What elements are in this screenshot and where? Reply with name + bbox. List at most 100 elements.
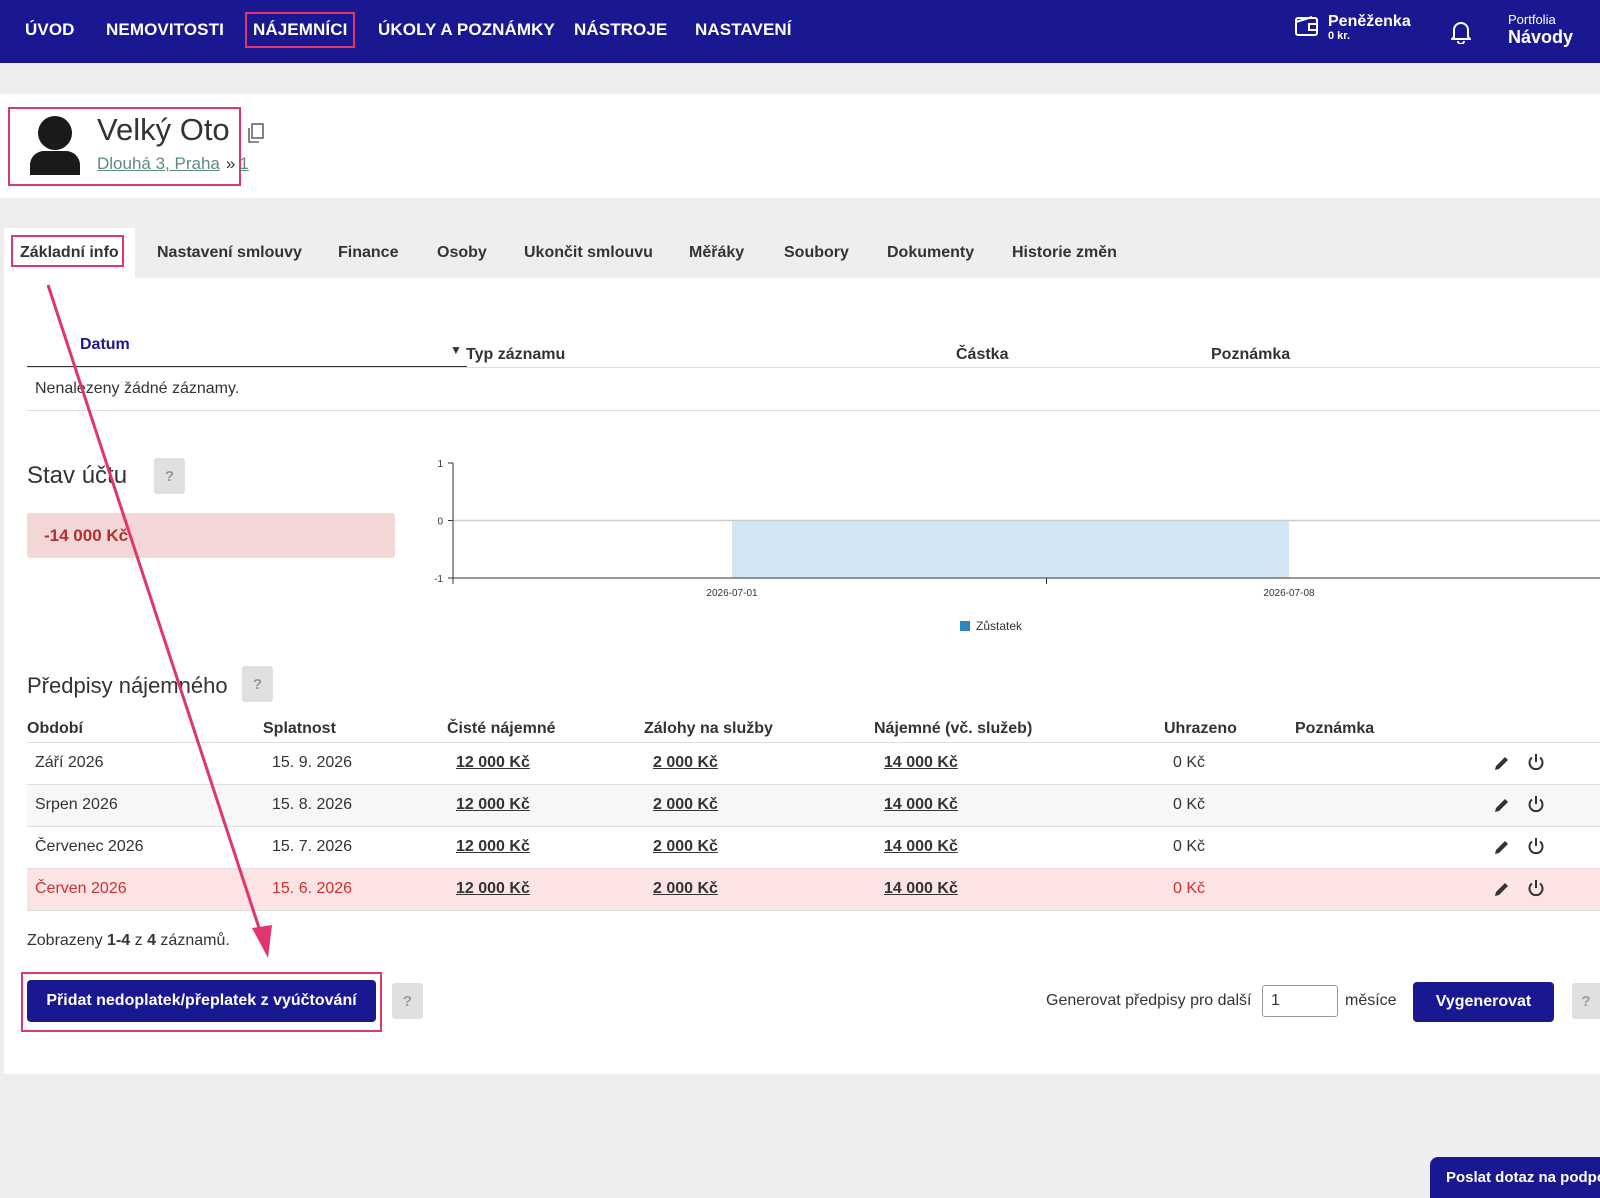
add-help-button[interactable]: ? bbox=[392, 983, 423, 1019]
generate-label: Generovat předpisy pro další bbox=[1046, 992, 1252, 1009]
column-header-typ[interactable]: Typ záznamu bbox=[466, 346, 565, 364]
wallet-title: Peněženka bbox=[1328, 13, 1411, 31]
account-status-title: Stav účtu bbox=[27, 462, 128, 489]
row-divider bbox=[27, 910, 1600, 911]
row-due: 15. 8. 2026 bbox=[272, 796, 353, 813]
column-header-najemne-celkem: Nájemné (vč. služeb) bbox=[874, 720, 1033, 737]
nav-item-nemovitosti[interactable]: NEMOVITOSTI bbox=[106, 20, 224, 40]
nav-item-nastaveni[interactable]: NASTAVENÍ bbox=[695, 20, 792, 40]
rent-prescriptions-title: Předpisy nájemného bbox=[27, 673, 228, 698]
chart-area-fill bbox=[732, 520, 1289, 578]
row-paid: 0 Kč bbox=[1173, 754, 1206, 771]
column-header-poznamka[interactable]: Poznámka bbox=[1211, 346, 1290, 364]
chart-x-tick-label: 2026-07-08 bbox=[1263, 588, 1315, 599]
wallet-amount: 0 kr. bbox=[1328, 30, 1351, 43]
row-paid: 0 Kč bbox=[1173, 838, 1206, 855]
generate-months-input[interactable] bbox=[1262, 985, 1338, 1017]
row-total-link[interactable]: 14 000 Kč bbox=[884, 880, 958, 898]
tab-osoby[interactable]: Osoby bbox=[437, 244, 487, 262]
chart-legend-label: Zůstatek bbox=[976, 619, 1023, 633]
generate-help-button[interactable]: ? bbox=[1572, 983, 1600, 1019]
breadcrumb-separator: » bbox=[225, 154, 236, 173]
balance-chart: 1 0 -1 2026-07-01 2026-07-08 Zůstatek bbox=[434, 459, 1600, 633]
power-icon[interactable] bbox=[1527, 795, 1545, 818]
sort-desc-icon[interactable]: ▼ bbox=[450, 343, 462, 357]
nav-item-ukoly[interactable]: ÚKOLY A POZNÁMKY bbox=[378, 20, 555, 40]
column-header-datum[interactable]: Datum bbox=[80, 336, 130, 354]
column-header-castka[interactable]: Částka bbox=[956, 346, 1008, 364]
bell-icon[interactable] bbox=[1450, 20, 1472, 49]
tab-finance[interactable]: Finance bbox=[338, 244, 398, 262]
row-due: 15. 6. 2026 bbox=[272, 880, 353, 897]
row-due: 15. 7. 2026 bbox=[272, 838, 353, 855]
row-period: Červen 2026 bbox=[35, 880, 127, 897]
support-chat-button[interactable]: Poslat dotaz na podpo bbox=[1430, 1157, 1600, 1198]
row-advances-link[interactable]: 2 000 Kč bbox=[653, 880, 718, 898]
row-net-rent-link[interactable]: 12 000 Kč bbox=[456, 880, 530, 898]
table-row: Červenec 2026 15. 7. 2026 12 000 Kč 2 00… bbox=[27, 827, 1600, 868]
power-icon[interactable] bbox=[1527, 837, 1545, 860]
portfolio-switcher[interactable]: Portfolia Návody bbox=[1508, 12, 1573, 48]
column-header-ciste-najemne: Čisté nájemné bbox=[447, 720, 556, 737]
row-due: 15. 9. 2026 bbox=[272, 754, 353, 771]
tab-zakladni-info[interactable]: Základní info bbox=[20, 244, 119, 262]
row-net-rent-link[interactable]: 12 000 Kč bbox=[456, 838, 530, 856]
copy-icon[interactable] bbox=[246, 122, 266, 149]
edit-icon[interactable] bbox=[1493, 880, 1511, 903]
avatar-icon bbox=[30, 115, 80, 180]
row-net-rent-link[interactable]: 12 000 Kč bbox=[456, 796, 530, 814]
showing-mid: z bbox=[130, 932, 148, 949]
tab-ukoncit-smlouvu[interactable]: Ukončit smlouvu bbox=[524, 244, 653, 262]
row-paid: 0 Kč bbox=[1173, 796, 1206, 813]
showing-suffix: záznamů. bbox=[155, 932, 230, 949]
account-help-button[interactable]: ? bbox=[154, 458, 185, 494]
row-advances-link[interactable]: 2 000 Kč bbox=[653, 838, 718, 856]
unit-link[interactable]: 1 bbox=[239, 154, 248, 173]
table-header-divider bbox=[27, 367, 1600, 368]
row-period: Červenec 2026 bbox=[35, 838, 144, 855]
table-bottom-divider bbox=[27, 410, 1600, 411]
nav-item-najemnici[interactable]: NÁJEMNÍCI bbox=[244, 12, 356, 48]
balance-value: -14 000 Kč bbox=[44, 526, 129, 545]
wallet-button[interactable]: Peněženka 0 kr. bbox=[1294, 14, 1411, 43]
address-link[interactable]: Dlouhá 3, Praha bbox=[97, 154, 220, 173]
row-total-link[interactable]: 14 000 Kč bbox=[884, 838, 958, 856]
row-period: Srpen 2026 bbox=[35, 796, 118, 813]
wallet-icon bbox=[1294, 14, 1320, 43]
row-advances-link[interactable]: 2 000 Kč bbox=[653, 754, 718, 772]
row-advances-link[interactable]: 2 000 Kč bbox=[653, 796, 718, 814]
row-total-link[interactable]: 14 000 Kč bbox=[884, 754, 958, 772]
column-header-obdobi: Období bbox=[27, 720, 83, 737]
row-paid: 0 Kč bbox=[1173, 880, 1206, 897]
empty-records-message: Nenalezeny žádné záznamy. bbox=[35, 380, 240, 397]
tab-meraky[interactable]: Měřáky bbox=[689, 244, 744, 262]
showing-range: 1-4 bbox=[107, 932, 131, 949]
generate-button[interactable]: Vygenerovat bbox=[1413, 982, 1554, 1022]
chart-x-tick-label: 2026-07-01 bbox=[706, 588, 758, 599]
edit-icon[interactable] bbox=[1493, 838, 1511, 861]
tab-soubory[interactable]: Soubory bbox=[784, 244, 849, 262]
chart-legend-swatch bbox=[960, 621, 970, 631]
table-row: Srpen 2026 15. 8. 2026 12 000 Kč 2 000 K… bbox=[27, 785, 1600, 826]
row-net-rent-link[interactable]: 12 000 Kč bbox=[456, 754, 530, 772]
row-total-link[interactable]: 14 000 Kč bbox=[884, 796, 958, 814]
tab-nastaveni-smlouvy[interactable]: Nastavení smlouvy bbox=[157, 244, 302, 262]
edit-icon[interactable] bbox=[1493, 796, 1511, 819]
edit-icon[interactable] bbox=[1493, 754, 1511, 777]
power-icon[interactable] bbox=[1527, 753, 1545, 776]
rent-help-button[interactable]: ? bbox=[242, 666, 273, 702]
nav-item-nastroje[interactable]: NÁSTROJE bbox=[574, 20, 667, 40]
showing-prefix: Zobrazeny bbox=[27, 932, 108, 949]
add-settlement-button[interactable]: Přidat nedoplatek/přeplatek z vyúčtování bbox=[27, 980, 376, 1022]
tab-dokumenty[interactable]: Dokumenty bbox=[887, 244, 974, 262]
showing-total: 4 bbox=[147, 932, 156, 949]
tenant-address: Dlouhá 3, Praha » 1 bbox=[97, 154, 249, 174]
generate-unit: měsíce bbox=[1345, 992, 1397, 1009]
power-icon[interactable] bbox=[1527, 879, 1545, 902]
nav-item-uvod[interactable]: ÚVOD bbox=[25, 20, 75, 40]
tab-historie-zmen[interactable]: Historie změn bbox=[1012, 244, 1117, 262]
chart-y-tick-label: 1 bbox=[437, 459, 443, 470]
row-period: Září 2026 bbox=[35, 754, 104, 771]
chart-y-tick-label: -1 bbox=[434, 574, 443, 585]
column-header-splatnost: Splatnost bbox=[263, 720, 336, 737]
